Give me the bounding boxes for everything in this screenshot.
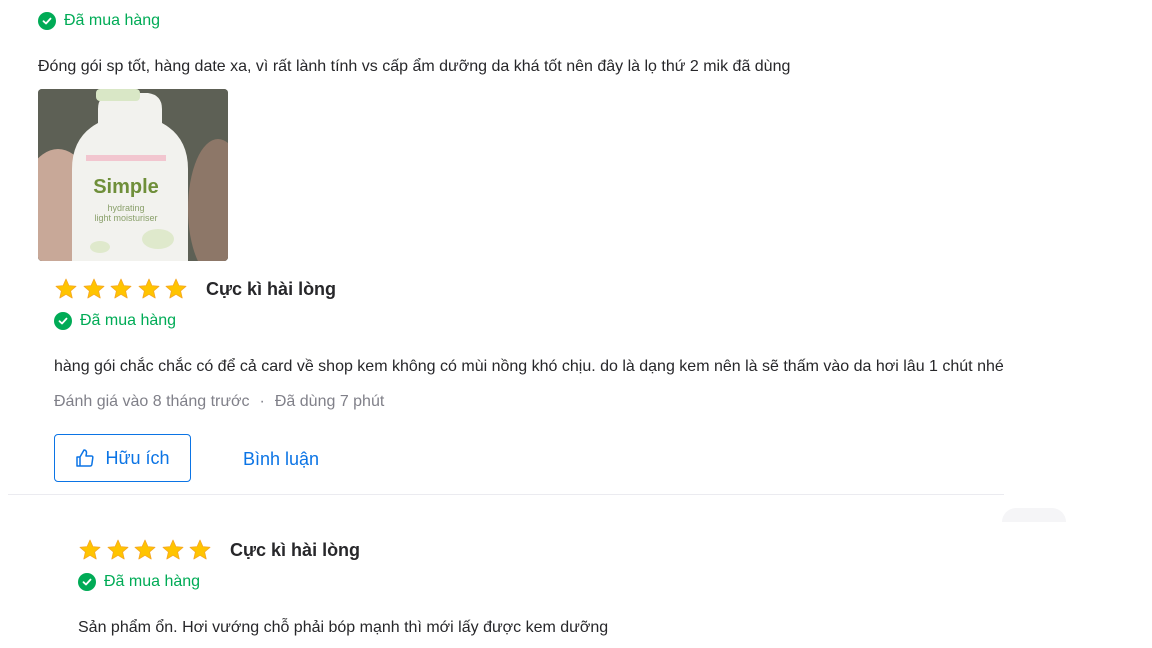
verified-label: Đã mua hàng <box>104 573 201 590</box>
star-icon <box>162 539 183 560</box>
star-icon <box>55 278 77 299</box>
svg-text:Simple: Simple <box>93 176 159 198</box>
review-photo[interactable]: Simple hydrating light moisturiser <box>38 89 228 261</box>
svg-text:light moisturiser: light moisturiser <box>94 213 157 223</box>
rating-stars <box>54 277 192 301</box>
star-icon <box>83 278 104 299</box>
thumbs-up-icon <box>76 449 95 467</box>
review-meta: Đánh giá vào 8 tháng trước · Đã dùng 7 p… <box>54 393 384 411</box>
usage-time: Đã dùng 7 phút <box>274 393 385 410</box>
review-content: Sản phẩm ổn. Hơi vướng chỗ phải bóp mạnh… <box>78 619 609 636</box>
verified-purchase-badge: Đã mua hàng <box>78 573 200 591</box>
check-circle-icon <box>54 312 72 330</box>
helpful-label: Hữu ích <box>105 447 170 468</box>
star-icon <box>79 539 101 560</box>
check-circle-icon <box>78 573 96 591</box>
product-photo-illustration: Simple hydrating light moisturiser <box>38 89 228 261</box>
verified-label: Đã mua hàng <box>64 12 161 29</box>
review-content: Đóng gói sp tốt, hàng date xa, vì rất là… <box>38 58 791 75</box>
review-divider <box>8 494 1004 495</box>
rating-label: Cực kì hài lòng <box>230 540 361 560</box>
star-icon <box>107 539 128 560</box>
scroll-shadow <box>1002 508 1066 522</box>
star-icon <box>134 539 156 560</box>
verified-purchase-badge: Đã mua hàng <box>54 312 176 330</box>
review-content: hàng gói chắc chắc có để cả card về shop… <box>54 358 1004 375</box>
comment-button[interactable]: Bình luận <box>243 449 319 470</box>
verified-purchase-badge: Đã mua hàng <box>38 12 160 30</box>
star-icon <box>165 278 187 299</box>
star-icon <box>110 278 132 299</box>
meta-separator: · <box>259 393 265 410</box>
svg-text:hydrating: hydrating <box>107 203 144 213</box>
rating-stars <box>78 538 216 562</box>
check-circle-icon <box>38 12 56 30</box>
star-icon <box>189 539 211 560</box>
rating-label: Cực kì hài lòng <box>206 279 337 299</box>
review-time: Đánh giá vào 8 tháng trước <box>54 393 250 410</box>
star-icon <box>138 278 159 299</box>
helpful-button[interactable]: Hữu ích <box>54 434 191 482</box>
verified-label: Đã mua hàng <box>80 312 177 329</box>
